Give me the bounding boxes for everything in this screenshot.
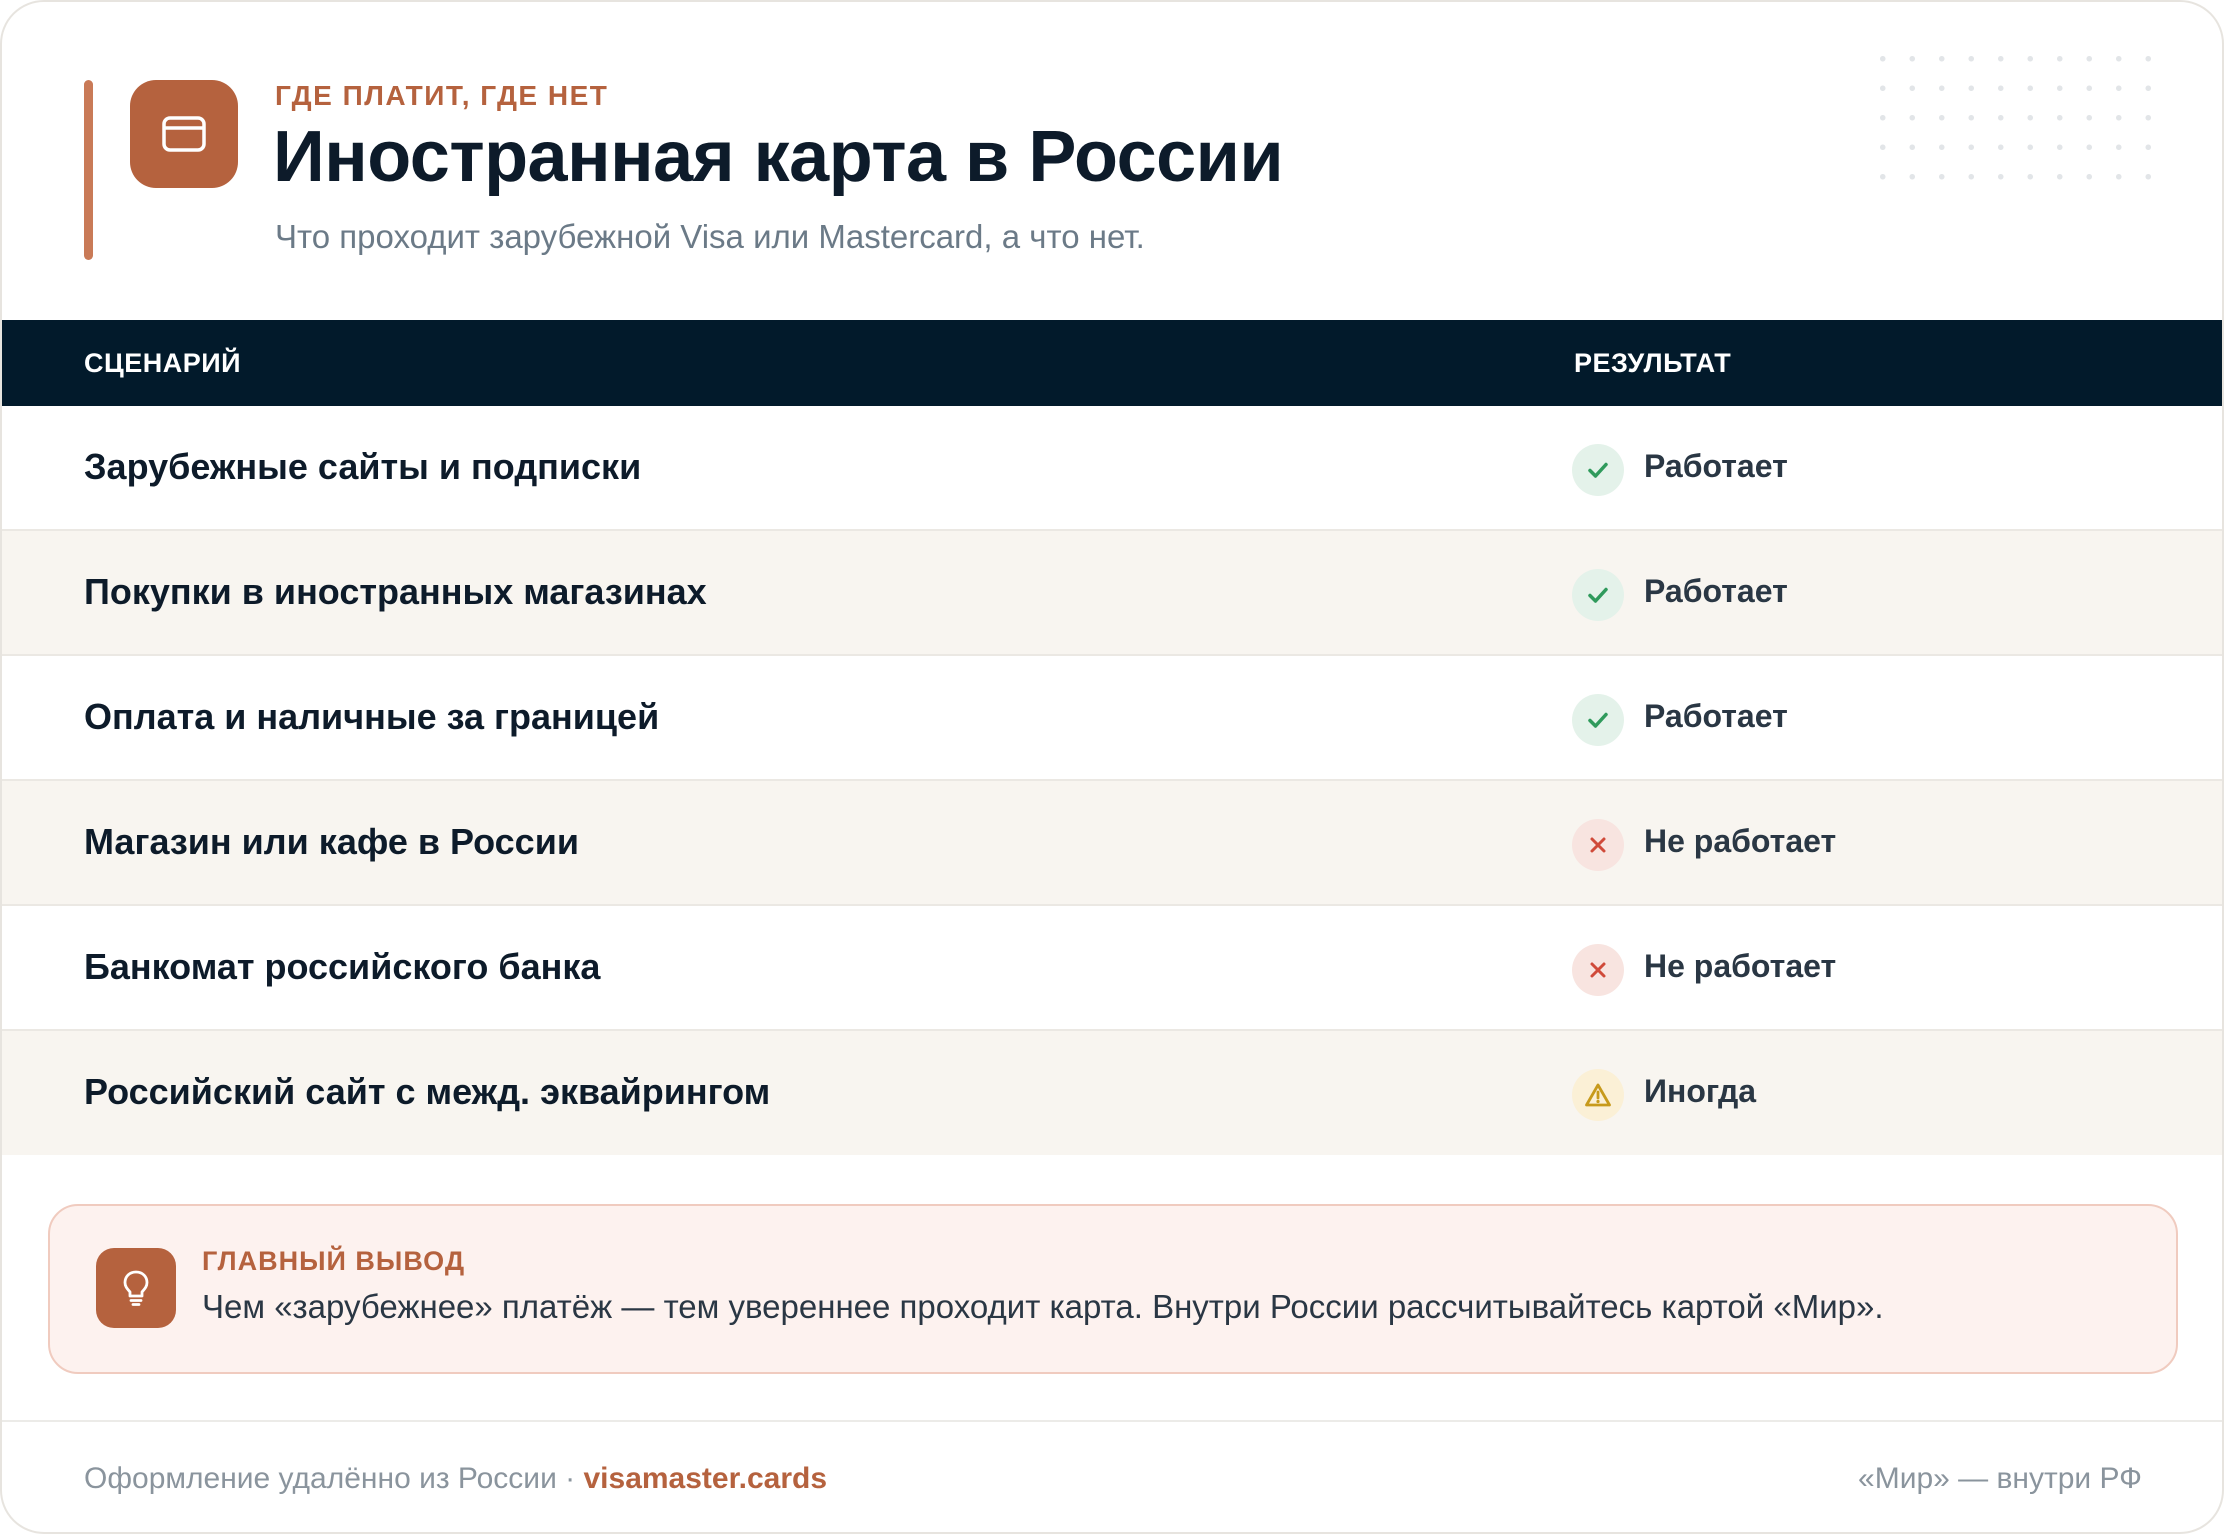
credit-card-icon [130, 80, 238, 188]
warning-icon [1572, 1069, 1624, 1121]
status-label: Иногда [1644, 1073, 1757, 1109]
status-label: Работает [1644, 573, 1788, 609]
table-row: Банкомат российского банка Не работает [2, 906, 2222, 1031]
table-row: Российский сайт с межд. эквайрингом Иног… [2, 1031, 2222, 1155]
table-row: Зарубежные сайты и подписки Работает [2, 406, 2222, 531]
accent-bar [84, 80, 93, 260]
table-row: Магазин или кафе в России Не работает [2, 781, 2222, 906]
conclusion-text: Чем «зарубежнее» платёж — тем увереннее … [202, 1288, 1884, 1325]
status-label: Работает [1644, 448, 1788, 484]
page-title: Иностранная карта в России [273, 117, 1284, 197]
check-icon [1572, 694, 1624, 746]
lightbulb-icon [96, 1248, 176, 1328]
scenario-cell: Зарубежные сайты и подписки [84, 446, 642, 487]
footer-right: «Мир» — внутри РФ [1858, 1462, 2142, 1495]
cross-icon [1572, 944, 1624, 996]
table-row: Покупки в иностранных магазинах Работает [2, 531, 2222, 656]
check-icon [1572, 569, 1624, 621]
scenario-cell: Оплата и наличные за границей [84, 696, 660, 737]
eyebrow: ГДЕ ПЛАТИТ, ГДЕ НЕТ [275, 80, 609, 111]
conclusion-title: ГЛАВНЫЙ ВЫВОД [202, 1246, 466, 1276]
cross-icon [1572, 819, 1624, 871]
card: ГДЕ ПЛАТИТ, ГДЕ НЕТ Иностранная карта в … [0, 0, 2224, 1534]
decorative-dot-grid [1868, 44, 2168, 184]
scenario-cell: Банкомат российского банка [84, 946, 601, 987]
column-header-scenario: СЦЕНАРИЙ [84, 348, 242, 378]
footer-note: Оформление удалённо из России · [84, 1462, 584, 1495]
column-header-result: РЕЗУЛЬТАТ [1574, 348, 1732, 378]
status-label: Не работает [1644, 823, 1837, 859]
footer-divider [2, 1420, 2222, 1422]
scenario-cell: Магазин или кафе в России [84, 821, 579, 862]
table-header: СЦЕНАРИЙ РЕЗУЛЬТАТ [2, 320, 2222, 406]
page-subtitle: Что проходит зарубежной Visa или Masterc… [275, 218, 1145, 255]
table-row: Оплата и наличные за границей Работает [2, 656, 2222, 781]
footer-left: Оформление удалённо из России · visamast… [84, 1462, 827, 1496]
status-label: Не работает [1644, 948, 1837, 984]
scenario-cell: Покупки в иностранных магазинах [84, 571, 707, 612]
conclusion-box: ГЛАВНЫЙ ВЫВОД Чем «зарубежнее» платёж — … [48, 1204, 2178, 1374]
check-icon [1572, 444, 1624, 496]
scenario-cell: Российский сайт с межд. эквайрингом [84, 1071, 771, 1112]
site-link[interactable]: visamaster.cards [583, 1462, 827, 1495]
status-label: Работает [1644, 698, 1788, 734]
table-body: Зарубежные сайты и подписки Работает Пок… [2, 406, 2222, 1155]
